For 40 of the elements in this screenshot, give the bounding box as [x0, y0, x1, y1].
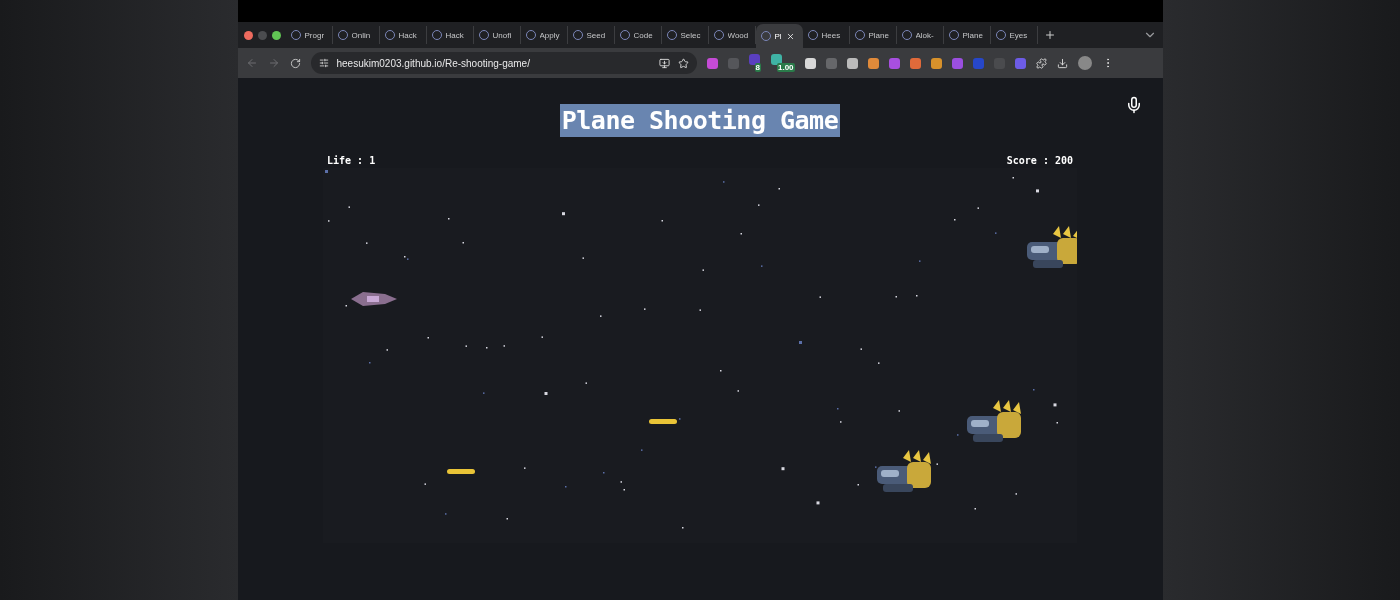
life-counter: Life : 1	[326, 155, 377, 166]
browser-tab[interactable]: Hack	[426, 26, 474, 44]
browser-tab[interactable]: Progr	[285, 26, 333, 44]
browser-tab[interactable]: Seed	[567, 26, 615, 44]
extensions-puzzle-icon[interactable]	[1035, 57, 1047, 69]
extension-badge: 1.00	[776, 63, 795, 72]
reload-icon[interactable]	[289, 57, 301, 69]
extension-icon[interactable]	[909, 57, 921, 69]
address-bar[interactable]: heesukim0203.github.io/Re-shooting-game/	[310, 52, 697, 74]
extension-badge: 8	[754, 63, 761, 72]
download-icon[interactable]	[1056, 57, 1068, 69]
browser-tab[interactable]: Selec	[661, 26, 709, 44]
browser-tab[interactable]: Hack	[379, 26, 427, 44]
browser-tab[interactable]: Eyes	[990, 26, 1038, 44]
browser-tab[interactable]: Onlin	[332, 26, 380, 44]
browser-tab[interactable]: Apply	[520, 26, 568, 44]
browser-tab[interactable]: Hees	[802, 26, 850, 44]
browser-tab[interactable]: Plane	[943, 26, 991, 44]
install-app-icon[interactable]	[658, 57, 670, 69]
browser-tab[interactable]: Pl	[755, 24, 803, 48]
close-tab-icon[interactable]	[785, 31, 795, 41]
bullet	[649, 418, 679, 426]
browser-tab[interactable]: Alok-	[896, 26, 944, 44]
profile-avatar[interactable]	[1077, 56, 1092, 70]
browser-tab[interactable]: Unofi	[473, 26, 521, 44]
browser-tab[interactable]: Wood	[708, 26, 756, 44]
score-counter: Score : 200	[1005, 155, 1074, 166]
extension-icon[interactable]	[804, 57, 816, 69]
site-settings-icon[interactable]	[318, 58, 329, 68]
extension-icon[interactable]	[930, 57, 942, 69]
browser-tab[interactable]: Plane	[849, 26, 897, 44]
new-tab-icon[interactable]	[1043, 29, 1056, 41]
zoom-window-button[interactable]	[271, 30, 281, 40]
game-title: Plane Shooting Game	[559, 104, 841, 137]
browser-tab[interactable]: Code	[614, 26, 662, 44]
close-window-button[interactable]	[243, 30, 253, 40]
extension-icon[interactable]	[867, 57, 879, 69]
extension-icon[interactable]	[846, 57, 858, 69]
bullet	[447, 468, 477, 476]
bookmark-star-icon[interactable]	[677, 57, 689, 69]
